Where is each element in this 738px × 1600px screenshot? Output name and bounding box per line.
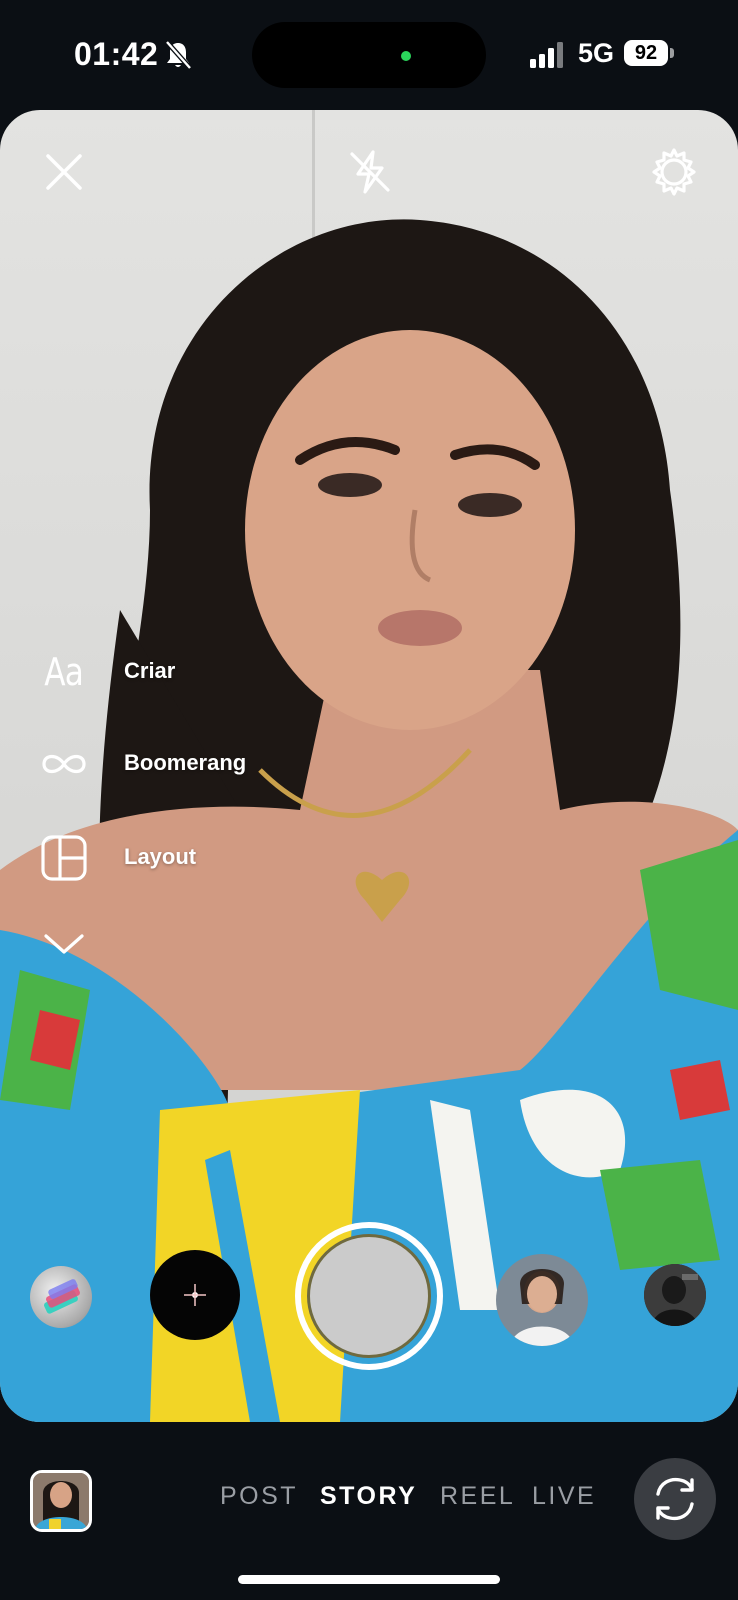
camera-flip-icon	[656, 1477, 694, 1521]
chevron-down-icon	[44, 934, 84, 954]
effect-photo-art	[644, 1264, 706, 1326]
menu-item-layout[interactable]: Layout	[36, 828, 336, 888]
close-icon[interactable]	[36, 144, 92, 200]
home-indicator[interactable]	[238, 1575, 500, 1584]
menu-item-more[interactable]	[36, 914, 336, 974]
text-aa-icon: Aa	[44, 650, 85, 694]
bell-slash-icon	[165, 40, 192, 70]
flash-off-icon[interactable]	[342, 144, 398, 200]
tab-story[interactable]: STORY	[320, 1482, 417, 1511]
effect-gradient[interactable]	[30, 1266, 92, 1328]
effect-selfie-art	[496, 1254, 588, 1346]
effect-gradient-art	[44, 1279, 80, 1314]
sparkle-icon	[184, 1284, 206, 1306]
battery-level: 92	[624, 40, 668, 66]
tab-live[interactable]: LIVE	[532, 1482, 596, 1511]
tab-post[interactable]: POST	[220, 1482, 298, 1511]
status-bar: 01:42 5G 92	[0, 0, 738, 108]
menu-item-create[interactable]: Aa Criar	[36, 642, 336, 702]
shutter-inner	[307, 1234, 431, 1358]
menu-item-label: Boomerang	[124, 750, 247, 775]
effect-selfie[interactable]	[496, 1254, 588, 1346]
camera-flip-button[interactable]	[634, 1458, 716, 1540]
battery-icon: 92	[624, 40, 674, 70]
status-time: 01:42	[74, 36, 159, 72]
layout-grid-icon	[41, 835, 87, 881]
effect-sparkle[interactable]	[150, 1250, 240, 1340]
network-type: 5G	[578, 38, 615, 68]
tab-reel[interactable]: REEL	[440, 1482, 515, 1511]
gallery-thumbnail[interactable]	[30, 1470, 92, 1532]
dynamic-island	[252, 22, 486, 88]
infinity-icon	[42, 754, 86, 774]
gear-icon[interactable]	[646, 144, 702, 200]
signal-bars-icon	[530, 42, 563, 68]
menu-item-label: Criar	[124, 658, 176, 683]
menu-item-boomerang[interactable]: Boomerang	[36, 734, 336, 794]
gallery-thumbnail-art	[33, 1473, 89, 1529]
camera-active-indicator	[401, 51, 411, 61]
battery-cap	[670, 48, 674, 58]
menu-item-label: Layout	[124, 844, 197, 869]
shutter-button[interactable]	[295, 1222, 443, 1370]
effect-photo[interactable]	[644, 1264, 706, 1326]
